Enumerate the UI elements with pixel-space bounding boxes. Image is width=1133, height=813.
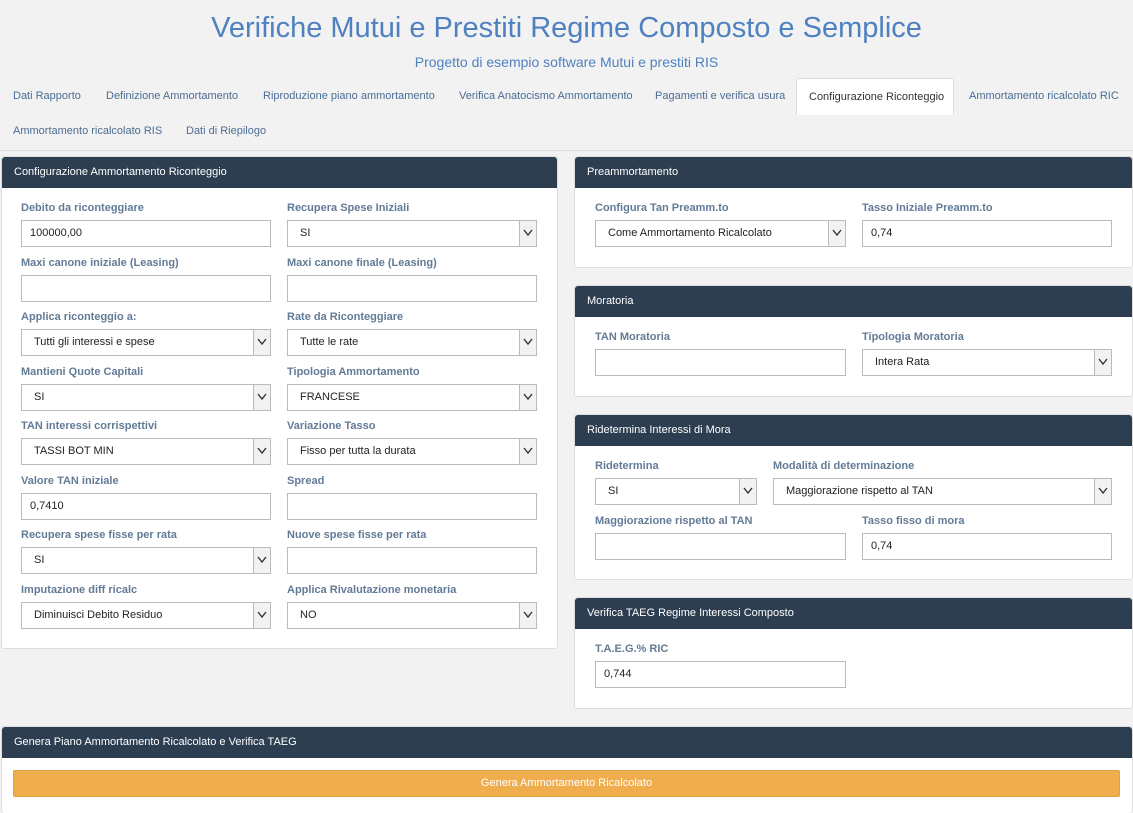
variazione-label: Variazione Tasso bbox=[287, 420, 376, 432]
recupera-spese-value: SI bbox=[300, 227, 311, 239]
config-panel-title: Configurazione Ammortamento Riconteggio bbox=[2, 157, 557, 188]
mantieni-select[interactable]: SI bbox=[21, 384, 271, 411]
genera-ammortamento-button[interactable]: Genera Ammortamento Ricalcolato bbox=[13, 770, 1120, 797]
moratoria-tipologia-label: Tipologia Moratoria bbox=[862, 331, 964, 343]
spese-fisse-label: Recupera spese fisse per rata bbox=[21, 529, 177, 541]
taeg-panel-title: Verifica TAEG Regime Interessi Composto bbox=[575, 598, 1132, 629]
tipologia-label: Tipologia Ammortamento bbox=[287, 366, 420, 378]
spese-fisse-value: SI bbox=[34, 554, 45, 566]
page-title: Verifiche Mutui e Prestiti Regime Compos… bbox=[211, 12, 922, 44]
nuove-spese-label: Nuove spese fisse per rata bbox=[287, 529, 427, 541]
rate-select[interactable]: Tutte le rate bbox=[287, 329, 537, 356]
chevron-down-icon bbox=[519, 385, 536, 410]
rivalutazione-select[interactable]: NO bbox=[287, 602, 537, 629]
maxi-finale-input[interactable] bbox=[287, 275, 537, 302]
tab-ammortamento-ric[interactable]: Ammortamento ricalcolato RIC bbox=[969, 78, 1119, 115]
ridetermina-label: Ridetermina bbox=[595, 460, 659, 472]
moratoria-tan-input[interactable] bbox=[595, 349, 846, 376]
preamm-tan-select[interactable]: Come Ammortamento Ricalcolato bbox=[595, 220, 846, 247]
valore-tan-input[interactable]: 0,7410 bbox=[21, 493, 271, 520]
variazione-select[interactable]: Fisso per tutta la durata bbox=[287, 438, 537, 465]
spese-fisse-select[interactable]: SI bbox=[21, 547, 271, 574]
tan-corr-value: TASSI BOT MIN bbox=[34, 445, 114, 457]
rivalutazione-value: NO bbox=[300, 609, 317, 621]
debito-label: Debito da riconteggiare bbox=[21, 202, 144, 214]
preamm-tasso-input[interactable]: 0,74 bbox=[862, 220, 1112, 247]
moratoria-tipologia-select[interactable]: Intera Rata bbox=[862, 349, 1112, 376]
preamm-tan-value: Come Ammortamento Ricalcolato bbox=[608, 227, 772, 239]
maxi-finale-label: Maxi canone finale (Leasing) bbox=[287, 257, 437, 269]
applica-label: Applica riconteggio a: bbox=[21, 311, 137, 323]
modalita-label: Modalità di determinazione bbox=[773, 460, 915, 472]
mantieni-value: SI bbox=[34, 391, 45, 403]
maggiorazione-input[interactable] bbox=[595, 533, 846, 560]
chevron-down-icon bbox=[253, 385, 270, 410]
modalita-value: Maggiorazione rispetto al TAN bbox=[786, 485, 933, 497]
applica-value: Tutti gli interessi e spese bbox=[34, 336, 155, 348]
recupera-spese-label: Recupera Spese Iniziali bbox=[287, 202, 410, 214]
preamm-panel-title: Preammortamento bbox=[575, 157, 1132, 188]
moratoria-tan-label: TAN Moratoria bbox=[595, 331, 670, 343]
rate-label: Rate da Riconteggiare bbox=[287, 311, 404, 323]
chevron-down-icon bbox=[253, 439, 270, 464]
page-subtitle: Progetto di esempio software Mutui e pre… bbox=[414, 54, 719, 70]
maxi-iniziale-label: Maxi canone iniziale (Leasing) bbox=[21, 257, 179, 269]
taeg-input[interactable]: 0,744 bbox=[595, 661, 846, 688]
tab-dati-rapporto[interactable]: Dati Rapporto bbox=[13, 78, 81, 115]
modalita-select[interactable]: Maggiorazione rispetto al TAN bbox=[773, 478, 1112, 505]
chevron-down-icon bbox=[519, 439, 536, 464]
moratoria-panel-title: Moratoria bbox=[575, 286, 1132, 317]
tab-definizione-ammortamento[interactable]: Definizione Ammortamento bbox=[106, 78, 238, 115]
tasso-mora-input[interactable]: 0,74 bbox=[862, 533, 1112, 560]
chevron-down-icon bbox=[519, 221, 536, 246]
imputazione-label: Imputazione diff ricalc bbox=[21, 584, 138, 596]
tab-configurazione-riconteggio[interactable]: Configurazione Riconteggio bbox=[796, 78, 954, 115]
maggiorazione-label: Maggiorazione rispetto al TAN bbox=[595, 515, 753, 527]
imputazione-select[interactable]: Diminuisci Debito Residuo bbox=[21, 602, 271, 629]
tipologia-value: FRANCESE bbox=[300, 391, 360, 403]
preamm-tan-label: Configura Tan Preamm.to bbox=[595, 202, 729, 214]
maxi-iniziale-input[interactable] bbox=[21, 275, 271, 302]
recupera-spese-select[interactable]: SI bbox=[287, 220, 537, 247]
nuove-spese-input[interactable] bbox=[287, 547, 537, 574]
imputazione-value: Diminuisci Debito Residuo bbox=[34, 609, 163, 621]
chevron-down-icon bbox=[253, 330, 270, 355]
tab-pagamenti-usura[interactable]: Pagamenti e verifica usura bbox=[655, 78, 785, 115]
chevron-down-icon bbox=[1094, 350, 1111, 375]
debito-input[interactable]: 100000,00 bbox=[21, 220, 271, 247]
preamm-tasso-label: Tasso Iniziale Preamm.to bbox=[862, 202, 993, 214]
taeg-label: T.A.E.G.% RIC bbox=[595, 643, 669, 655]
tab-dati-riepilogo[interactable]: Dati di Riepilogo bbox=[186, 113, 266, 150]
moratoria-tipologia-value: Intera Rata bbox=[875, 356, 930, 368]
genera-panel-title: Genera Piano Ammortamento Ricalcolato e … bbox=[2, 727, 1132, 758]
tab-ammortamento-ris[interactable]: Ammortamento ricalcolato RIS bbox=[13, 113, 162, 150]
chevron-down-icon bbox=[253, 603, 270, 628]
tab-riproduzione-piano[interactable]: Riproduzione piano ammortamento bbox=[263, 78, 435, 115]
chevron-down-icon bbox=[1094, 479, 1111, 504]
chevron-down-icon bbox=[519, 330, 536, 355]
chevron-down-icon bbox=[739, 479, 756, 504]
mora-panel-title: Ridetermina Interessi di Mora bbox=[575, 415, 1132, 446]
tasso-mora-label: Tasso fisso di mora bbox=[862, 515, 965, 527]
valore-tan-label: Valore TAN iniziale bbox=[21, 475, 119, 487]
tan-corr-select[interactable]: TASSI BOT MIN bbox=[21, 438, 271, 465]
ridetermina-select[interactable]: SI bbox=[595, 478, 757, 505]
tab-bar: Dati Rapporto Definizione Ammortamento R… bbox=[0, 78, 1133, 151]
ridetermina-value: SI bbox=[608, 485, 619, 497]
rivalutazione-label: Applica Rivalutazione monetaria bbox=[287, 584, 457, 596]
chevron-down-icon bbox=[519, 603, 536, 628]
spread-label: Spread bbox=[287, 475, 325, 487]
applica-select[interactable]: Tutti gli interessi e spese bbox=[21, 329, 271, 356]
mantieni-label: Mantieni Quote Capitali bbox=[21, 366, 144, 378]
rate-value: Tutte le rate bbox=[300, 336, 359, 348]
tipologia-select[interactable]: FRANCESE bbox=[287, 384, 537, 411]
variazione-value: Fisso per tutta la durata bbox=[300, 445, 416, 457]
tab-verifica-anatocismo[interactable]: Verifica Anatocismo Ammortamento bbox=[459, 78, 633, 115]
chevron-down-icon bbox=[828, 221, 845, 246]
tan-corr-label: TAN interessi corrispettivi bbox=[21, 420, 158, 432]
spread-input[interactable] bbox=[287, 493, 537, 520]
chevron-down-icon bbox=[253, 548, 270, 573]
